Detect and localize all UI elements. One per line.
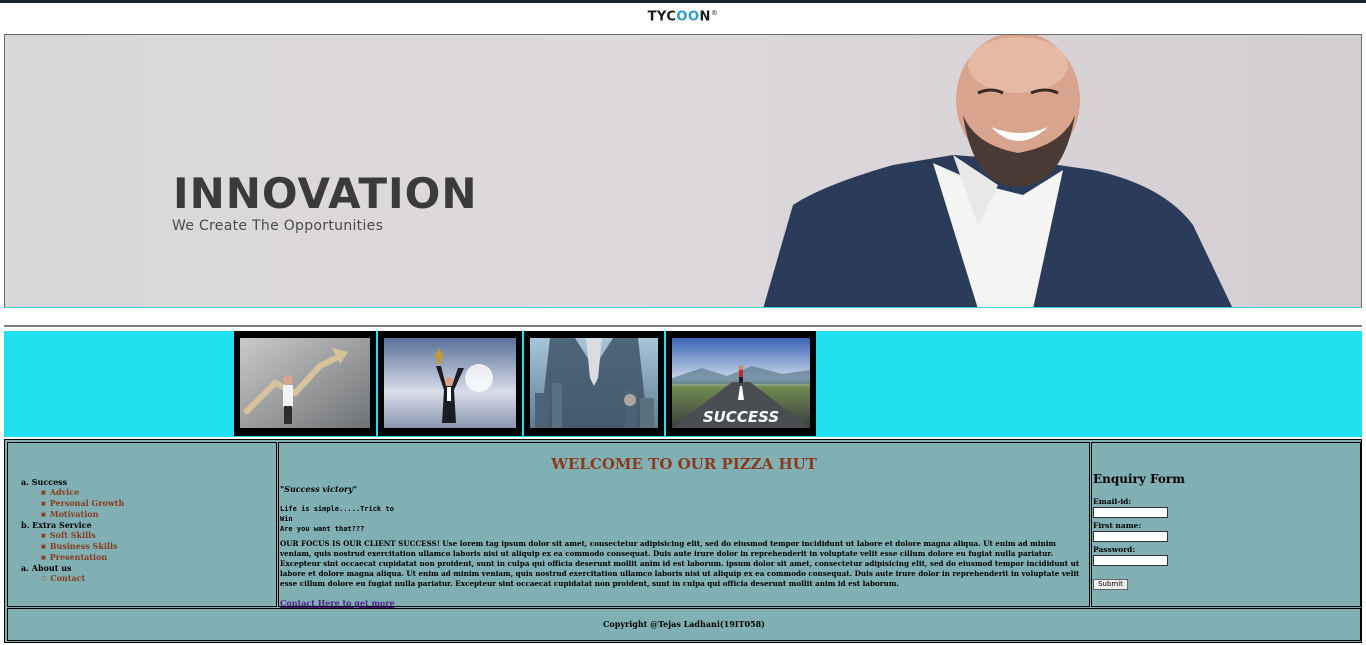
logo-text-suffix: N xyxy=(699,9,711,25)
menu-item-contact[interactable]: Contact xyxy=(41,573,124,584)
road-success-text: SUCCESS xyxy=(703,408,779,426)
trophy-businessman-image xyxy=(384,338,516,428)
image-gallery: SUCCESS xyxy=(4,331,1362,437)
laughing-businessman-image xyxy=(763,35,1233,307)
submit-button[interactable]: Submit xyxy=(1093,579,1128,590)
gallery-thumb-growth[interactable] xyxy=(234,331,376,436)
sidebar-menu: a. Success Advice Personal Growth Motiva… xyxy=(21,477,124,584)
logo-mark: ® xyxy=(710,9,719,17)
copyright-text: Copyright @Tejas Ladhani(19IT058) xyxy=(603,619,765,629)
growth-chart-image xyxy=(240,338,370,428)
menu-item-presentation[interactable]: Presentation xyxy=(41,552,124,563)
success-road-image: SUCCESS xyxy=(672,338,810,428)
menu-section-extra-service: b. Extra Service xyxy=(21,520,92,530)
sidebar-cell: a. Success Advice Personal Growth Motiva… xyxy=(7,442,277,607)
divider-rule xyxy=(4,325,1362,327)
footer-cell: Copyright @Tejas Ladhani(19IT058) xyxy=(7,608,1361,641)
menu-item-business-skills[interactable]: Business Skills xyxy=(41,541,124,552)
menu-section-about-us: a. About us xyxy=(21,563,72,573)
gallery-thumb-city[interactable] xyxy=(524,331,664,436)
menu-item-personal-growth[interactable]: Personal Growth xyxy=(41,498,125,509)
menu-item-advice[interactable]: Advice xyxy=(41,487,124,498)
contact-link[interactable]: Contact Here to get more xyxy=(280,598,395,608)
email-field[interactable] xyxy=(1093,507,1168,518)
enquiry-form-cell: Enquiry Form Email-id: First name: Passw… xyxy=(1091,442,1361,607)
preformatted-text: Life is simple.....Trick to Win Are you … xyxy=(280,505,394,533)
city-businessman-image xyxy=(530,338,658,428)
gallery-thumb-trophy[interactable] xyxy=(378,331,522,436)
site-logo[interactable]: TYCOON® xyxy=(0,9,1366,24)
hero-subtitle: We Create The Opportunities xyxy=(172,218,384,234)
enquiry-form-title: Enquiry Form xyxy=(1093,472,1185,486)
email-label: Email-id: xyxy=(1093,497,1132,506)
menu-item-soft-skills[interactable]: Soft Skills xyxy=(41,530,124,541)
hero-banner: INNOVATION We Create The Opportunities xyxy=(4,34,1362,308)
welcome-heading: WELCOME TO OUR PIZZA HUT xyxy=(551,455,817,473)
focus-paragraph: OUR FOCUS IS OUR CLIENT SUCCESS! Use lor… xyxy=(280,539,1080,588)
password-field[interactable] xyxy=(1093,555,1168,566)
content-table: a. Success Advice Personal Growth Motiva… xyxy=(4,439,1362,643)
top-border xyxy=(0,0,1366,3)
hero-title: INNOVATION xyxy=(173,169,478,218)
quote-text: "Success victory" xyxy=(280,484,358,494)
password-label: Password: xyxy=(1093,545,1136,554)
first-name-label: First name: xyxy=(1093,521,1142,530)
logo-text-prefix: TYC xyxy=(647,9,677,25)
main-content-cell: WELCOME TO OUR PIZZA HUT "Success victor… xyxy=(278,442,1090,608)
first-name-field[interactable] xyxy=(1093,531,1168,542)
gallery-thumb-success-road[interactable]: SUCCESS xyxy=(666,331,816,436)
menu-section-success: a. Success xyxy=(21,477,68,487)
menu-item-motivation[interactable]: Motivation xyxy=(41,509,124,520)
logo-text-accent: OO xyxy=(676,9,700,25)
